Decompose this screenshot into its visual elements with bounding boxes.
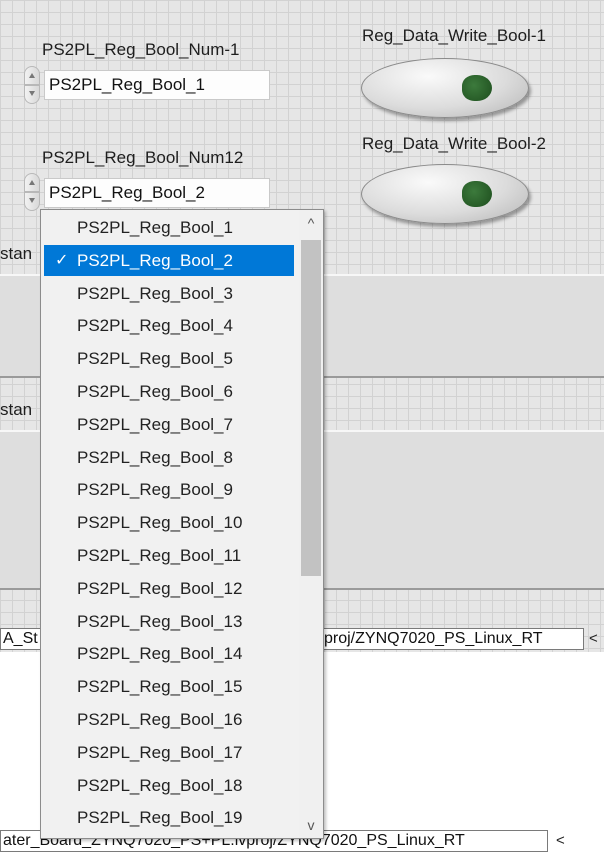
dropdown-item[interactable]: PS2PL_Reg_Bool_5: [44, 343, 294, 374]
dropdown-item[interactable]: PS2PL_Reg_Bool_14: [44, 638, 294, 669]
dropdown-item-label: PS2PL_Reg_Bool_1: [77, 218, 233, 237]
dropdown-item-label: PS2PL_Reg_Bool_19: [77, 808, 243, 828]
dropdown-item-label: PS2PL_Reg_Bool_6: [77, 382, 233, 401]
dropdown-item-label: PS2PL_Reg_Bool_13: [77, 611, 243, 631]
reg-data-write-bool-1-button[interactable]: [361, 58, 529, 118]
dropdown-item-label: PS2PL_Reg_Bool_18: [77, 775, 243, 795]
dropdown-item-label: PS2PL_Reg_Bool_17: [77, 742, 243, 762]
ring2-increment-arrow-icon[interactable]: [24, 173, 40, 192]
ring1-decrement-arrow-icon[interactable]: [24, 85, 40, 104]
led-indicator-icon: [462, 181, 492, 207]
frame1-label: stan: [0, 244, 33, 263]
ring2-decrement-arrow-icon[interactable]: [24, 192, 40, 211]
dropdown-item-label: PS2PL_Reg_Bool_9: [77, 480, 233, 500]
dropdown-item[interactable]: PS2PL_Reg_Bool_4: [44, 310, 294, 341]
dropdown-item[interactable]: PS2PL_Reg_Bool_1: [44, 212, 294, 243]
ring1-increment-arrow-icon[interactable]: [24, 66, 40, 85]
dropdown-item-label: PS2PL_Reg_Bool_12: [77, 578, 243, 598]
frame2-label: stan: [0, 400, 33, 419]
scroll-thumb[interactable]: [301, 240, 321, 576]
status-path1-prefix: A_St: [0, 628, 42, 650]
dropdown-item-label: PS2PL_Reg_Bool_5: [77, 349, 233, 369]
dropdown-item-label: PS2PL_Reg_Bool_15: [77, 677, 243, 697]
dropdown-item-label: PS2PL_Reg_Bool_4: [77, 316, 233, 336]
dropdown-item[interactable]: PS2PL_Reg_Bool_11: [44, 540, 294, 571]
dropdown-item[interactable]: PS2PL_Reg_Bool_17: [44, 737, 294, 768]
button1-label: Reg_Data_Write_Bool-1: [362, 26, 546, 45]
ring1-spinner[interactable]: [24, 66, 40, 104]
dropdown-item[interactable]: ✓ PS2PL_Reg_Bool_2: [44, 244, 294, 276]
dropdown-item[interactable]: PS2PL_Reg_Bool_19: [44, 802, 294, 833]
dropdown-item[interactable]: PS2PL_Reg_Bool_12: [44, 573, 294, 604]
ring2-spinner[interactable]: [24, 173, 40, 211]
dropdown-item-label: PS2PL_Reg_Bool_14: [77, 644, 243, 664]
dropdown-scrollbar[interactable]: ^ v: [299, 210, 323, 838]
dropdown-item[interactable]: PS2PL_Reg_Bool_13: [44, 606, 294, 637]
ring2-dropdown-list[interactable]: ^ v PS2PL_Reg_Bool_1 ✓ PS2PL_Reg_Bool_2 PS2…: [40, 209, 324, 839]
dropdown-item[interactable]: PS2PL_Reg_Bool_16: [44, 704, 294, 735]
scroll-up-icon[interactable]: ^: [299, 212, 323, 234]
dropdown-item[interactable]: PS2PL_Reg_Bool_7: [44, 409, 294, 440]
dropdown-item-label: PS2PL_Reg_Bool_2: [77, 250, 233, 270]
dropdown-item[interactable]: PS2PL_Reg_Bool_9: [44, 474, 294, 505]
dropdown-item[interactable]: PS2PL_Reg_Bool_8: [44, 442, 294, 473]
ring2-label: PS2PL_Reg_Bool_Num12: [42, 148, 244, 167]
dropdown-item[interactable]: PS2PL_Reg_Bool_3: [44, 278, 294, 309]
button2-label: Reg_Data_Write_Bool-2: [362, 134, 546, 153]
ring1-field[interactable]: PS2PL_Reg_Bool_1: [44, 70, 270, 100]
dropdown-item-label: PS2PL_Reg_Bool_8: [77, 447, 233, 467]
dropdown-item[interactable]: PS2PL_Reg_Bool_18: [44, 770, 294, 801]
dropdown-item-label: PS2PL_Reg_Bool_7: [77, 414, 233, 434]
scroll-down-icon[interactable]: v: [299, 814, 323, 836]
dropdown-item-label: PS2PL_Reg_Bool_16: [77, 710, 243, 729]
dropdown-item-label: PS2PL_Reg_Bool_3: [77, 283, 233, 303]
checkmark-icon: ✓: [55, 251, 69, 269]
status-path2-scroll-left-icon[interactable]: <: [556, 832, 565, 849]
dropdown-item[interactable]: PS2PL_Reg_Bool_15: [44, 671, 294, 702]
dropdown-item[interactable]: PS2PL_Reg_Bool_6: [44, 376, 294, 407]
dropdown-item[interactable]: PS2PL_Reg_Bool_10: [44, 507, 294, 538]
status-path1-scroll-left-icon[interactable]: <: [589, 630, 598, 647]
ring2-field[interactable]: PS2PL_Reg_Bool_2: [44, 178, 270, 208]
dropdown-item-label: PS2PL_Reg_Bool_11: [77, 546, 242, 565]
led-indicator-icon: [462, 75, 492, 101]
ring1-label: PS2PL_Reg_Bool_Num-1: [42, 40, 240, 59]
dropdown-item-label: PS2PL_Reg_Bool_10: [77, 513, 243, 533]
status-path1-suffix: proj/ZYNQ7020_PS_Linux_RT: [322, 628, 584, 650]
reg-data-write-bool-2-button[interactable]: [361, 164, 529, 224]
